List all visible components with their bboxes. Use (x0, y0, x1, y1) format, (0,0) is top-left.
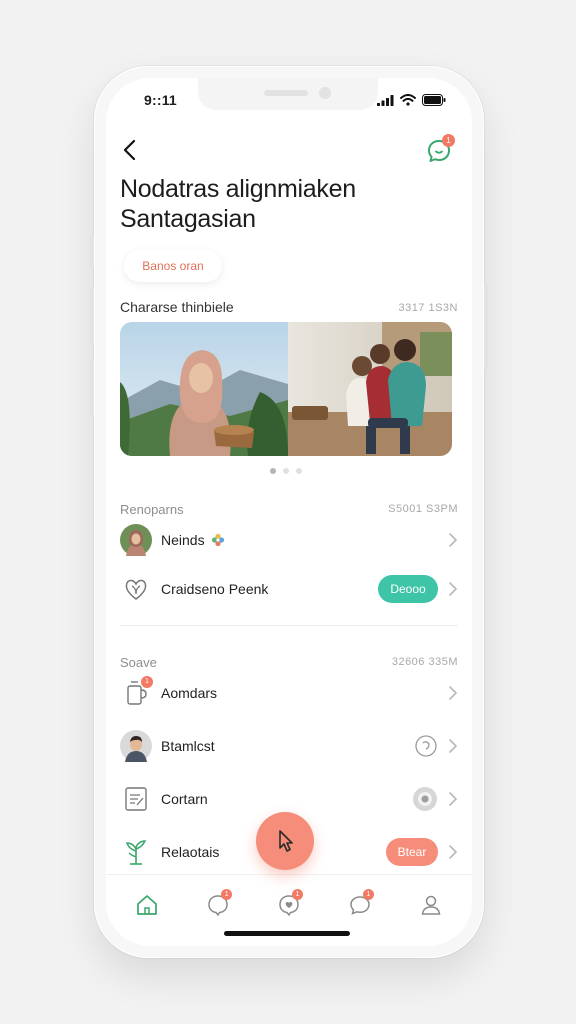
tab-badge: 1 (362, 888, 374, 900)
status-time: 9::11 (144, 92, 177, 108)
section2-title: Soave (120, 655, 157, 670)
speaker (264, 90, 308, 96)
flower-icon (212, 533, 225, 547)
list-item[interactable]: Btamlcst (120, 726, 458, 766)
list-item-label: Neinds (161, 532, 438, 548)
chevron-right-icon (449, 739, 458, 753)
section-divider (120, 625, 458, 626)
power-button (484, 284, 488, 370)
status-badge[interactable]: Deooo (378, 575, 438, 603)
volume-down-button (90, 358, 94, 416)
phone-frame: 9::11 1 Nodatras alignmiaken Santagasian… (90, 66, 488, 958)
document-icon (120, 783, 152, 815)
avatar-man (120, 730, 152, 762)
avatar (120, 730, 152, 762)
list-item[interactable]: 1 Aomdars (120, 673, 458, 713)
filter-chip[interactable]: Banos oran (124, 250, 222, 282)
chevron-right-icon (449, 845, 458, 859)
front-camera (319, 87, 331, 99)
chevron-right-icon (449, 792, 458, 806)
featured-photo (120, 322, 452, 456)
chat-button[interactable]: 1 (426, 134, 455, 164)
chevron-left-icon (123, 139, 136, 161)
tab-chat[interactable]: 1 (198, 887, 238, 923)
signal-icon (377, 94, 394, 106)
cup-icon: 1 (120, 676, 153, 709)
floating-action-button[interactable] (256, 812, 314, 870)
chevron-right-icon (449, 582, 458, 596)
notification-badge: 1 (442, 134, 455, 147)
back-button[interactable] (120, 138, 142, 162)
page-title: Nodatras alignmiaken Santagasian (120, 174, 440, 234)
heart-leaf-icon (120, 573, 152, 605)
toggle-disc-icon[interactable] (412, 786, 438, 812)
notification-badge: 1 (141, 676, 153, 688)
list-item-label: Btamlcst (161, 738, 215, 754)
tab-home[interactable] (127, 887, 167, 923)
app-screen: 9::11 1 Nodatras alignmiaken Santagasian… (106, 78, 472, 946)
list-item-text: Neinds (161, 532, 205, 548)
section1-meta: S5001 S3PM (388, 503, 458, 515)
list-item-label: Aomdars (161, 685, 218, 701)
cursor-icon (279, 830, 293, 852)
carousel-dot[interactable] (270, 468, 276, 474)
volume-up-button (90, 288, 94, 346)
notch (198, 78, 378, 110)
mute-switch (90, 234, 94, 268)
carousel-dots[interactable] (270, 468, 302, 474)
tab-badge: 1 (291, 888, 303, 900)
document-icon-svg (125, 787, 147, 811)
featured-photo-carousel[interactable] (120, 322, 452, 456)
profile-icon (421, 895, 440, 915)
avatar-woman (120, 524, 152, 556)
plant-icon (120, 836, 152, 868)
bottom-tab-bar: 1 1 1 (106, 874, 472, 934)
carousel-dot[interactable] (296, 468, 302, 474)
featured-title: Chararse thinbiele (120, 299, 234, 315)
section1-title: Renoparns (120, 502, 184, 517)
status-badge[interactable]: Btear (386, 838, 438, 866)
heart-leaf-icon-svg (125, 579, 147, 600)
carousel-dot[interactable] (283, 468, 289, 474)
page-title-line1: Nodatras alignmiaken (120, 175, 356, 203)
battery-icon (422, 94, 446, 106)
list-item-label: Craidseno Peenk (161, 581, 269, 597)
tab-messages[interactable]: 1 (340, 887, 380, 923)
list-item-label: Cortarn (161, 791, 208, 807)
status-icons (377, 94, 446, 106)
home-indicator[interactable] (224, 931, 350, 936)
page-title-line2: Santagasian (120, 205, 256, 233)
chevron-right-icon (449, 533, 458, 547)
wifi-icon (400, 94, 416, 106)
list-item[interactable]: Craidseno Peenk Deooo (120, 569, 458, 609)
plant-icon-svg (125, 840, 147, 865)
chevron-right-icon (449, 686, 458, 700)
list-item[interactable]: Neinds (120, 520, 458, 560)
refresh-icon[interactable] (414, 734, 438, 758)
section2-meta: 32606 335M (391, 656, 458, 668)
tab-badge: 1 (221, 888, 233, 900)
tab-profile[interactable] (411, 887, 451, 923)
tab-heart-chat[interactable]: 1 (269, 887, 309, 923)
featured-meta: 3317 1S3N (398, 302, 458, 314)
home-icon (137, 894, 158, 915)
avatar (120, 524, 152, 556)
